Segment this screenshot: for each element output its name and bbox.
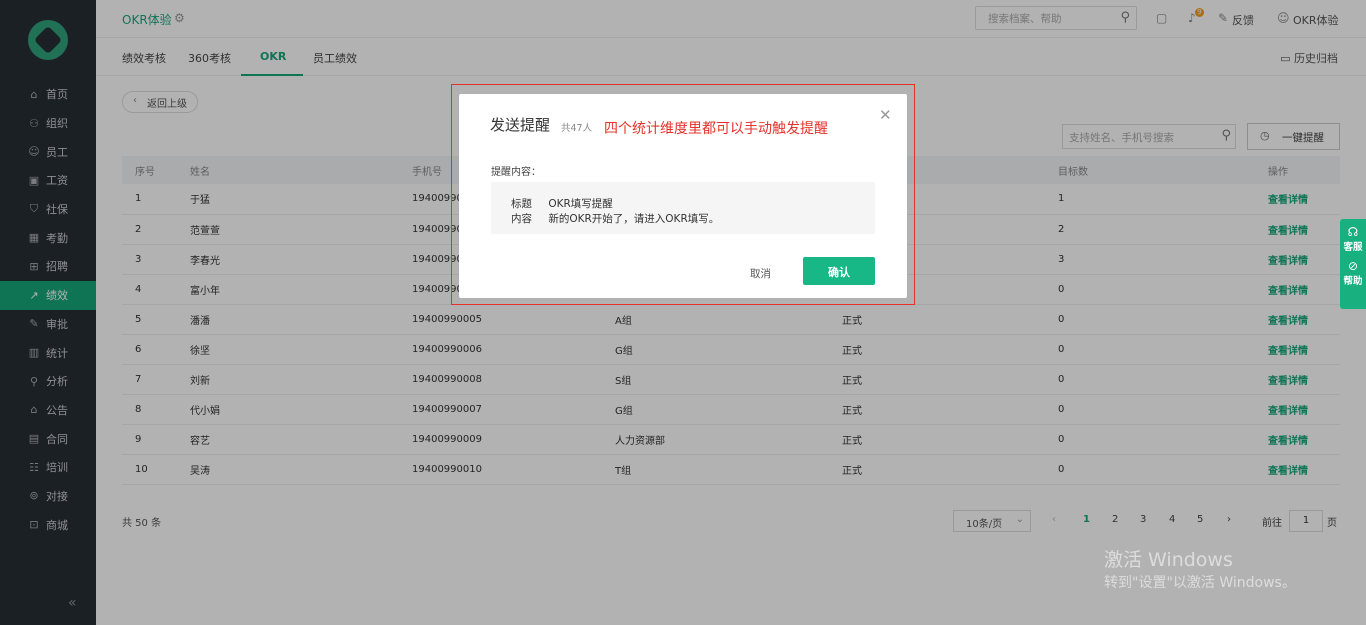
headset-icon: ☊: [1347, 225, 1359, 239]
cancel-button[interactable]: 取消: [750, 266, 771, 281]
customer-service-label: 客服: [1343, 242, 1363, 253]
customer-service-button[interactable]: ☊ 客服: [1340, 225, 1366, 253]
close-icon[interactable]: ✕: [879, 106, 892, 124]
confirm-button[interactable]: 确认: [803, 257, 875, 285]
reminder-content-box: 标题 OKR填写提醒 内容 新的OKR开始了，请进入OKR填写。: [491, 182, 875, 234]
reminder-content-label: 提醒内容：: [491, 167, 541, 178]
windows-activation-title: 激活 Windows: [1104, 549, 1233, 571]
help-label: 帮助: [1343, 276, 1363, 287]
reminder-title-row: 标题 OKR填写提醒: [511, 196, 613, 211]
reminder-title-key: 标题: [511, 198, 532, 210]
side-help-panel: ☊ 客服 ⊘ 帮助: [1340, 219, 1366, 309]
reminder-body-row: 内容 新的OKR开始了，请进入OKR填写。: [511, 211, 719, 226]
send-reminder-dialog: 发送提醒 共47人 四个统计维度里都可以手动触发提醒 ✕ 提醒内容： 标题 OK…: [459, 94, 907, 298]
annotation-note: 四个统计维度里都可以手动触发提醒: [604, 121, 828, 137]
reminder-body-value: 新的OKR开始了，请进入OKR填写。: [548, 213, 720, 225]
dialog-title: 发送提醒: [490, 116, 551, 134]
reminder-body-key: 内容: [511, 213, 532, 225]
recipient-count: 共47人: [561, 123, 593, 134]
help-button[interactable]: ⊘ 帮助: [1340, 259, 1366, 287]
reminder-title-value: OKR填写提醒: [548, 198, 613, 210]
compass-icon: ⊘: [1347, 259, 1359, 273]
windows-activation-subtitle: 转到"设置"以激活 Windows。: [1104, 575, 1296, 591]
